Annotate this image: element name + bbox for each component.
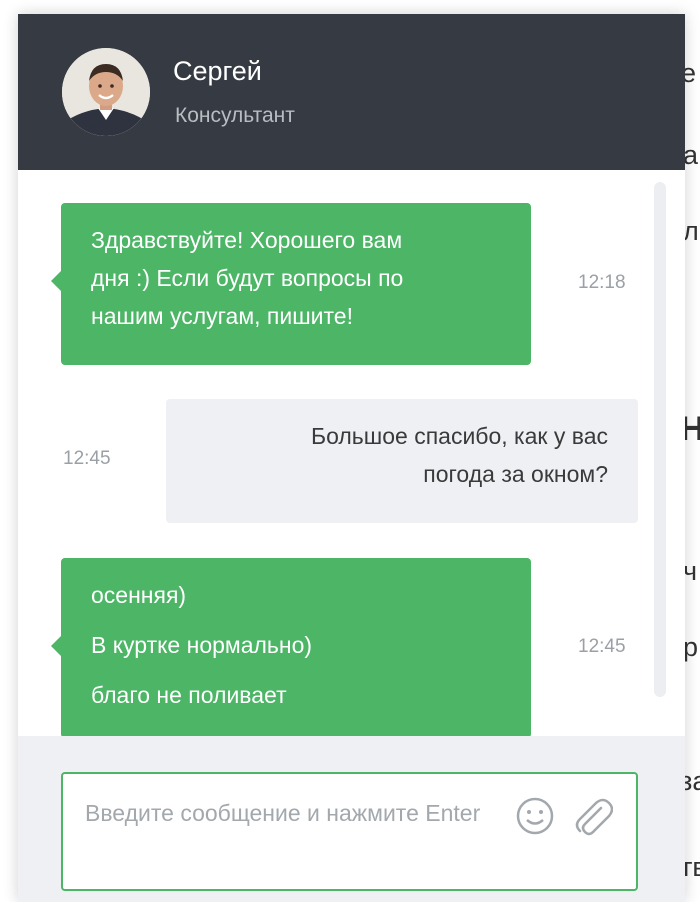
message-line: Большое спасибо, как у вас — [310, 423, 608, 449]
chat-widget: Сергей Консультант Здравствуйте! Хорошег… — [18, 14, 685, 902]
message-line: погода за окном? — [423, 461, 608, 487]
message-time: 12:45 — [63, 448, 111, 469]
chat-header: Сергей Консультант — [18, 14, 685, 170]
background-text-fragment: ч — [683, 556, 698, 586]
message-line: благо не поливает — [91, 682, 287, 708]
incoming-message-bubble: Здравствуйте! Хорошего вам дня :) Если б… — [51, 203, 531, 365]
background-text-fragment: л — [683, 216, 699, 246]
scrollbar[interactable] — [654, 182, 666, 697]
message-line: Здравствуйте! Хорошего вам — [91, 227, 403, 253]
avatar-image — [62, 48, 150, 136]
background-text-fragment: р — [683, 632, 699, 662]
message-input[interactable]: Введите сообщение и нажмите Enter — [61, 772, 638, 891]
avatar — [62, 48, 150, 136]
message-line: В куртке нормально) — [91, 632, 313, 658]
message-time: 12:18 — [578, 272, 626, 293]
outgoing-message-bubble: Большое спасибо, как у вас погода за окн… — [166, 399, 638, 523]
message-line: осенняя) — [91, 582, 187, 608]
consultant-role: Консультант — [175, 104, 295, 127]
message-list[interactable]: Здравствуйте! Хорошего вам дня :) Если б… — [18, 170, 685, 738]
page: е а л Н ч р за тв Сергей Консультант Здр… — [0, 0, 700, 902]
bubble-tail — [51, 636, 61, 656]
bubble-tail — [51, 271, 61, 291]
message-line: нашим услугам, пишите! — [91, 303, 353, 329]
input-placeholder: Введите сообщение и нажмите Enter — [85, 800, 481, 826]
consultant-name: Сергей — [173, 56, 262, 86]
message-time: 12:45 — [578, 636, 626, 657]
background-text-fragment: а — [683, 140, 699, 170]
message-line: дня :) Если будут вопросы по — [91, 265, 404, 291]
smile-icon[interactable] — [515, 796, 555, 836]
incoming-message-bubble: осенняя) В куртке нормально) благо не по… — [51, 558, 531, 738]
paperclip-icon[interactable] — [571, 794, 613, 838]
composer: Введите сообщение и нажмите Enter — [18, 736, 685, 902]
